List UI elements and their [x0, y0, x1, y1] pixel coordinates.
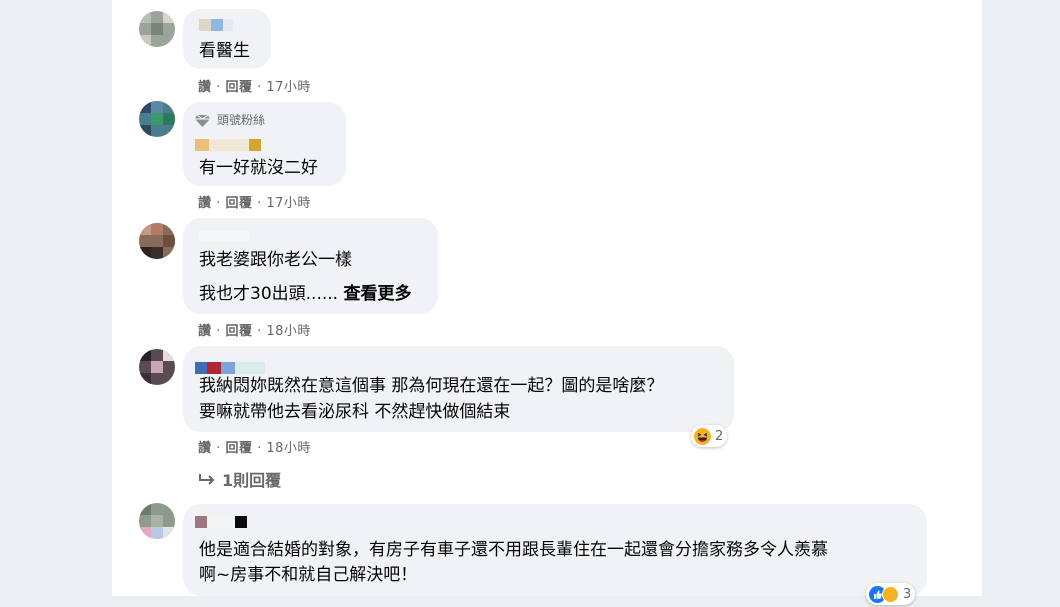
comment-actions: 讚 · 回覆 · 18小時	[198, 441, 311, 456]
comment-actions: 讚 · 回覆 · 17小時	[198, 196, 311, 211]
haha-emoji-icon	[694, 427, 711, 445]
comment-text: 我也才30出頭...... 查看更多	[199, 284, 412, 304]
like-button[interactable]: 讚	[198, 441, 212, 456]
like-button[interactable]: 讚	[198, 324, 212, 339]
commenter-name[interactable]	[195, 139, 261, 151]
comment-text: 看醫生	[199, 41, 250, 61]
top-fan-badge-icon	[195, 112, 210, 127]
see-more-link[interactable]: 查看更多	[343, 284, 411, 304]
commenter-name[interactable]	[195, 516, 247, 528]
comment-text: 他是適合結婚的對象，有房子有車子還不用跟長輩住在一起還會分擔家務多令人羨慕	[199, 540, 828, 560]
avatar[interactable]	[139, 11, 175, 47]
comment-text: 啊~房事不和就自己解決吧！	[199, 565, 418, 585]
comment-actions: 讚 · 回覆 · 18小時	[198, 324, 311, 339]
avatar[interactable]	[139, 101, 175, 137]
comment-actions: 讚 · 回覆 · 17小時	[198, 80, 311, 95]
reply-button[interactable]: 回覆	[225, 441, 252, 456]
view-replies-link[interactable]: 1則回覆	[198, 467, 281, 491]
comment-bubble: 頭號粉絲 有一好就沒二好	[183, 102, 346, 186]
like-button[interactable]: 讚	[198, 196, 212, 211]
commenter-name[interactable]	[199, 230, 249, 242]
like-button[interactable]: 讚	[198, 80, 212, 95]
avatar[interactable]	[139, 349, 175, 385]
reply-button[interactable]: 回覆	[225, 80, 252, 95]
comment-time[interactable]: 17小時	[266, 80, 311, 95]
comment-bubble: 我老婆跟你老公一樣 我也才30出頭...... 查看更多	[183, 218, 438, 314]
comment-text: 要嘛就帶他去看泌尿科 不然趕快做個結束	[199, 402, 511, 422]
comment-bubble: 看醫生	[183, 9, 271, 69]
avatar[interactable]	[139, 223, 175, 259]
reply-button[interactable]: 回覆	[225, 324, 252, 339]
comment-text: 有一好就沒二好	[199, 158, 318, 178]
comment-bubble: 我納悶妳既然在意這個事 那為何現在還在一起？圖的是啥麼？ 要嘛就帶他去看泌尿科 …	[183, 346, 734, 432]
comment-time[interactable]: 18小時	[266, 324, 311, 339]
commenter-name[interactable]	[199, 19, 233, 31]
haha-emoji-icon	[882, 585, 899, 603]
reply-button[interactable]: 回覆	[225, 196, 252, 211]
reaction-count[interactable]: 3	[866, 583, 916, 605]
top-fan-badge[interactable]: 頭號粉絲	[217, 111, 265, 128]
comment-bubble: 他是適合結婚的對象，有房子有車子還不用跟長輩住在一起還會分擔家務多令人羨慕 啊~…	[183, 504, 927, 596]
reply-arrow-icon	[198, 472, 216, 491]
comment-text: 我老婆跟你老公一樣	[199, 250, 352, 270]
comment-text: 我納悶妳既然在意這個事 那為何現在還在一起？圖的是啥麼？	[199, 376, 664, 396]
comment-time[interactable]: 18小時	[266, 441, 311, 456]
avatar[interactable]	[139, 503, 175, 539]
commenter-name[interactable]	[195, 362, 265, 374]
comment-time[interactable]: 17小時	[266, 196, 311, 211]
reaction-count[interactable]: 2	[691, 425, 728, 447]
